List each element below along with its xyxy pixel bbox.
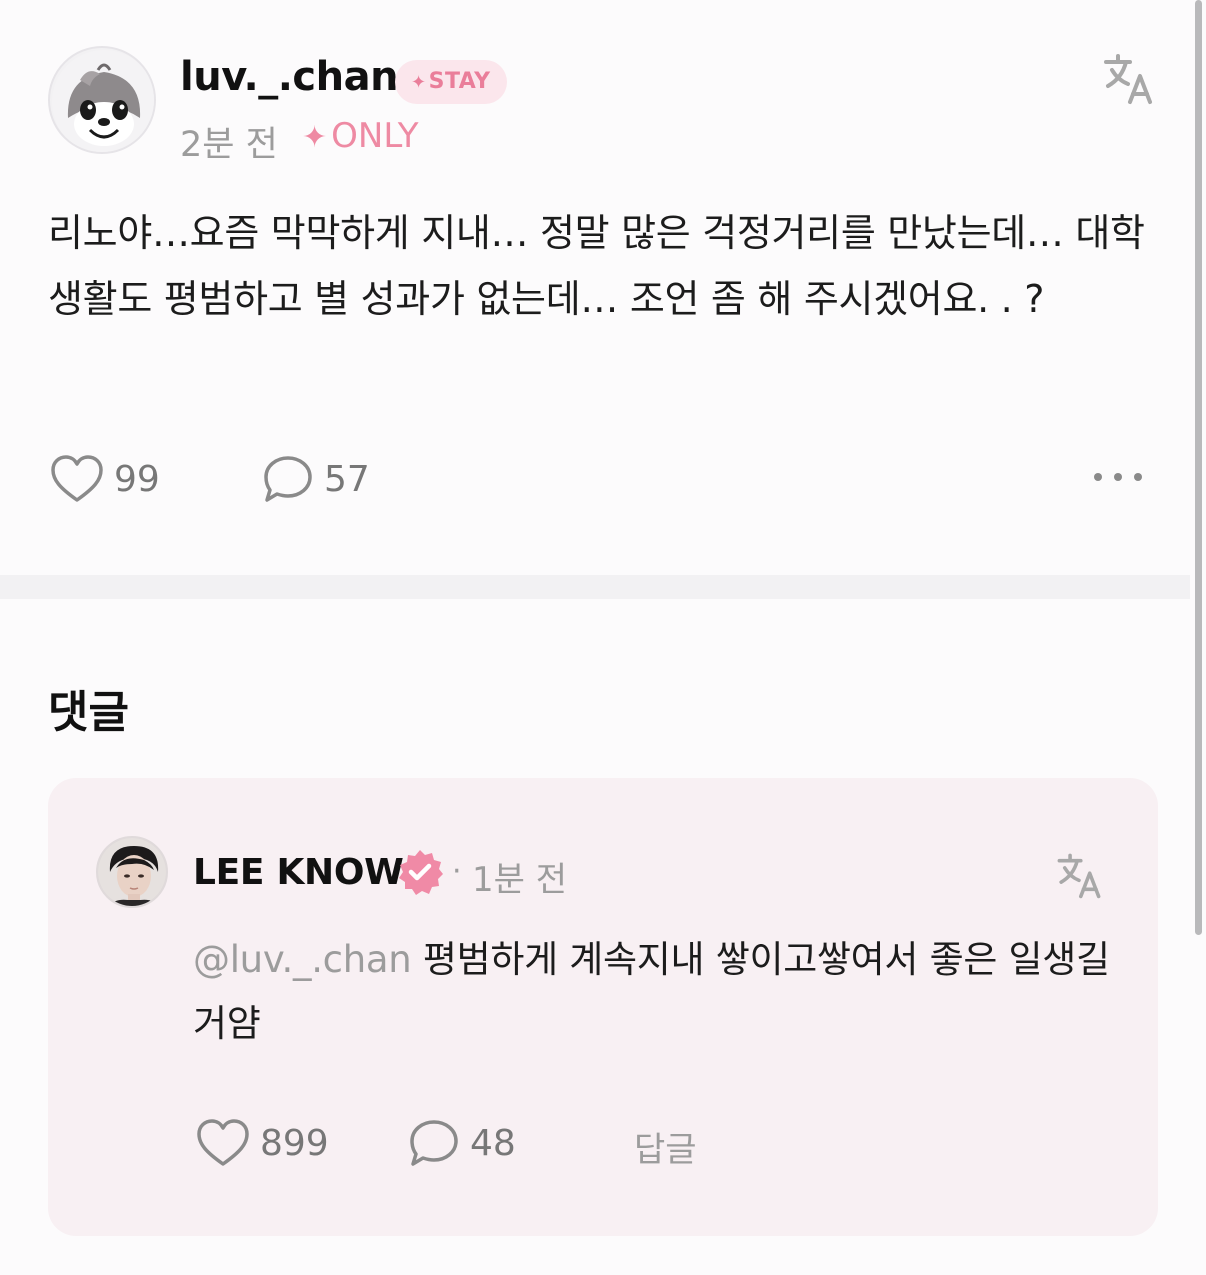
post-comment-button[interactable]: 57 xyxy=(262,454,370,504)
chipmunk-avatar-icon xyxy=(52,50,154,152)
star-icon: ✦ xyxy=(302,120,328,155)
comment-bubble-icon xyxy=(410,1120,458,1166)
star-icon: ✦ xyxy=(411,72,427,93)
post-like-button[interactable]: 99 xyxy=(50,454,160,504)
translate-icon[interactable] xyxy=(1100,50,1156,106)
mention-link[interactable]: @luv._.chan xyxy=(193,938,412,981)
scrollbar[interactable] xyxy=(1195,0,1202,935)
comment-author[interactable]: LEE KNOW xyxy=(193,852,404,893)
comment-reply-count: 48 xyxy=(470,1122,516,1164)
comment-bubble-icon xyxy=(264,456,312,502)
only-label: ✦ ONLY xyxy=(302,116,419,156)
comment-like-button[interactable]: 899 xyxy=(196,1118,329,1168)
heart-icon xyxy=(197,1119,249,1166)
comment-card: LEE KNOW · 1분 전 @luv._.chan 평범하게 계속지내 쌓이… xyxy=(48,778,1158,1236)
avatar[interactable] xyxy=(48,46,156,154)
stay-badge: ✦STAY xyxy=(395,60,507,104)
stay-badge-label: STAY xyxy=(428,69,491,94)
verified-badge-icon xyxy=(399,850,443,895)
post-like-count: 99 xyxy=(114,458,160,500)
comments-title: 댓글 xyxy=(48,687,129,738)
post-comment-count: 57 xyxy=(324,458,370,500)
post-username[interactable]: luv._.chan xyxy=(180,54,399,100)
post-timestamp: 2분 전 xyxy=(180,125,278,165)
comment-body: @luv._.chan 평범하게 계속지내 쌓이고쌓여서 좋은 일생길거얌 xyxy=(193,928,1113,1056)
post: luv._.chan ✦STAY 2분 전 ✦ ONLY 리노야…요즘 막막하게 … xyxy=(0,0,1190,575)
dot xyxy=(1114,473,1122,481)
section-divider xyxy=(0,575,1190,599)
more-dots-icon[interactable] xyxy=(1094,462,1154,492)
dot xyxy=(1094,473,1102,481)
comment-reply-count-button[interactable]: 48 xyxy=(408,1118,516,1168)
avatar[interactable] xyxy=(96,836,168,908)
post-body: 리노야…요즘 막막하게 지내… 정말 많은 걱정거리를 만났는데… 대학생활도 … xyxy=(48,211,1145,321)
reply-button[interactable]: 답글 xyxy=(634,1122,697,1171)
comment-like-count: 899 xyxy=(260,1122,329,1164)
comment-timestamp: 1분 전 xyxy=(472,860,567,900)
only-label-text: ONLY xyxy=(331,116,419,156)
profile-photo-icon xyxy=(98,838,166,906)
dot xyxy=(1134,473,1142,481)
heart-icon xyxy=(51,455,103,502)
translate-icon[interactable] xyxy=(1054,850,1104,900)
separator-dot: · xyxy=(452,854,462,889)
